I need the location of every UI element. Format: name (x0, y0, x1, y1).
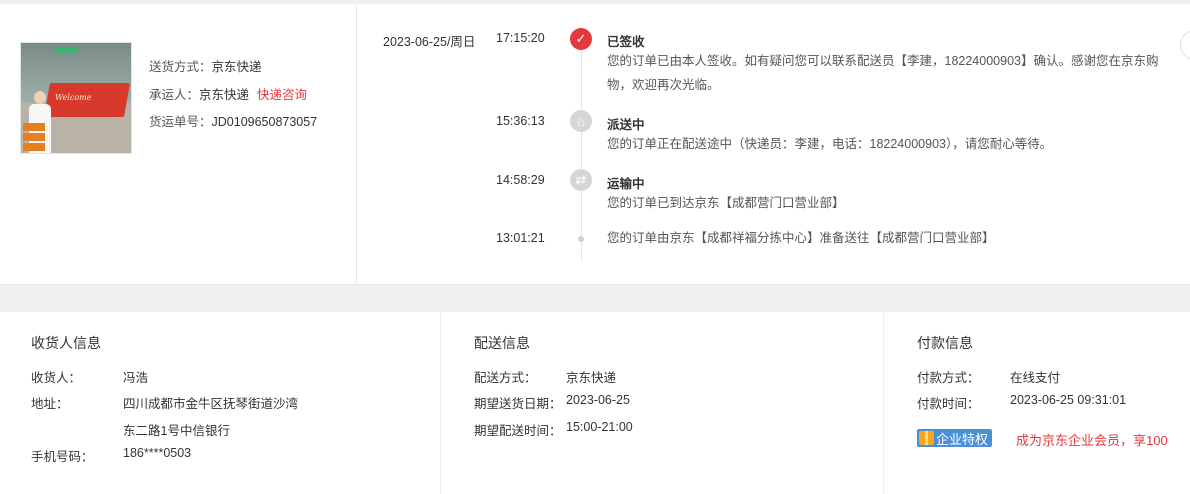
delivery-method: 京东快递 (566, 371, 617, 385)
delivery-method-label: 配送方式： (474, 371, 537, 385)
address-label: 地址： (31, 397, 69, 411)
shipping-method-row: 送货方式：京东快递 (149, 54, 317, 82)
timeline-line (581, 34, 582, 262)
expected-date: 2023-06-25 (566, 393, 630, 407)
address-line-2: 东二路1号中信银行 (123, 424, 230, 438)
payment-title: 付款信息 (917, 335, 973, 351)
timeline-desc: 您的订单由京东【成都祥福分拣中心】准备送往【成都营门口营业部】 (607, 231, 995, 245)
enterprise-badge[interactable]: 企业特权 (917, 429, 993, 447)
shipment-info: 送货方式：京东快递 承运人：京东快递 快递咨询 货运单号：JD0109650873… (149, 54, 317, 137)
tracking-timeline: 2023-06-25/周日 17:15:20 ✓ 已签收 您的订单已由本人签收。… (357, 4, 1190, 285)
expected-time-label: 期望配送时间： (474, 424, 562, 438)
shipping-method-label: 送货方式： (149, 60, 212, 74)
order-info-panel: 收货人信息 收货人： 冯浩 地址： 四川成都市金牛区抚琴街道沙湾 东二路1号中信… (0, 312, 1190, 494)
check-icon: ✓ (570, 28, 592, 50)
shipping-method-value: 京东快递 (211, 60, 262, 74)
timeline-time: 13:01:21 (496, 231, 545, 245)
shipment-summary: Welcome 送货方式：京东快递 承运人：京东快递 快递咨询 货运单号：JD01… (0, 4, 357, 285)
receiver-title: 收货人信息 (31, 335, 101, 351)
thumb-brand-logo (55, 47, 77, 53)
delivery-icon: ⌂ (570, 110, 592, 132)
timeline-date: 2023-06-25/周日 (383, 35, 476, 49)
tracking-number[interactable]: JD0109650873057 (212, 115, 318, 129)
courier-consult-link[interactable]: 快递咨询 (257, 88, 307, 102)
delivery-title: 配送信息 (474, 335, 530, 351)
product-thumbnail[interactable]: Welcome (20, 42, 132, 154)
timeline-time: 15:36:13 (496, 114, 545, 128)
expected-time: 15:00-21:00 (566, 420, 633, 434)
receiver-name-label: 收货人： (31, 371, 82, 385)
expected-date-label: 期望送货日期： (474, 397, 562, 411)
enterprise-promo-link[interactable]: 成为京东企业会员，享100 (1016, 430, 1168, 449)
timeline-time: 14:58:29 (496, 173, 545, 187)
carrier-value: 京东快递 (199, 87, 250, 102)
enterprise-badge-label: 企业特权 (936, 431, 989, 447)
phone-number: 186****0503 (123, 446, 192, 460)
receiver-name: 冯浩 (123, 371, 149, 385)
carrier-label: 承运人： (149, 87, 200, 102)
timeline-status: 已签收 (607, 35, 645, 49)
thumb-doormat-text: Welcome (55, 93, 92, 102)
logistics-panel: Welcome 送货方式：京东快递 承运人：京东快递 快递咨询 货运单号：JD01… (0, 4, 1190, 285)
receiver-info: 收货人信息 收货人： 冯浩 地址： 四川成都市金牛区抚琴街道沙湾 东二路1号中信… (0, 312, 441, 494)
timeline-desc: 您的订单已到达京东【成都营门口营业部】 (607, 196, 845, 210)
payment-method-label: 付款方式： (917, 371, 980, 385)
timeline-time: 17:15:20 (496, 31, 545, 45)
delivery-info: 配送信息 配送方式： 京东快递 期望送货日期： 2023-06-25 期望配送时… (441, 312, 884, 494)
payment-time-label: 付款时间： (917, 397, 980, 411)
timeline-desc: 您的订单正在配送途中（快递员：李建，电话：18224000903），请您耐心等待… (607, 137, 1053, 151)
payment-method: 在线支付 (1010, 371, 1061, 385)
timeline-status: 派送中 (607, 118, 645, 132)
transit-icon: ⇄ (570, 169, 592, 191)
phone-label: 手机号码： (31, 450, 94, 464)
carrier-row: 承运人：京东快递 快递咨询 (149, 82, 317, 110)
tracking-label: 货运单号： (149, 115, 212, 129)
dot-icon (578, 236, 584, 242)
gift-icon (919, 431, 934, 445)
timeline-status: 运输中 (607, 177, 645, 191)
payment-time: 2023-06-25 09:31:01 (1010, 393, 1127, 407)
thumb-tags (23, 123, 45, 153)
tracking-row: 货运单号：JD0109650873057 (149, 109, 317, 137)
payment-info: 付款信息 付款方式： 在线支付 付款时间： 2023-06-25 09:31:0… (884, 312, 1190, 494)
timeline-desc: 您的订单已由本人签收。如有疑问您可以联系配送员【李建，18224000903】确… (607, 54, 1159, 92)
address-line-1: 四川成都市金牛区抚琴街道沙湾 (123, 397, 299, 411)
